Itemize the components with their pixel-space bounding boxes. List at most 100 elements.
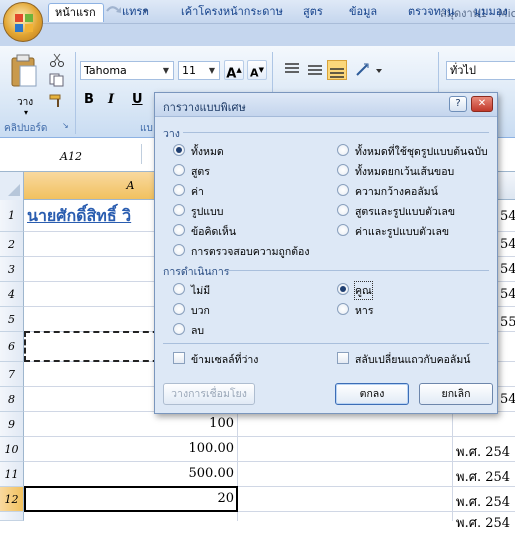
row-header[interactable]: 2 <box>0 232 24 257</box>
option-label[interactable]: สูตร <box>191 163 210 180</box>
align-bottom-icon[interactable] <box>327 60 347 80</box>
select-all-corner[interactable] <box>0 172 24 200</box>
radio-paste-comments[interactable] <box>173 224 185 236</box>
align-middle-icon[interactable] <box>306 62 324 78</box>
option-label[interactable]: หาร <box>355 302 373 319</box>
option-label[interactable]: บวก <box>191 302 210 319</box>
row-header[interactable]: 6 <box>0 332 24 362</box>
option-label[interactable]: ทั้งหมด <box>191 143 224 160</box>
option-label[interactable]: ค่า <box>191 183 204 200</box>
font-size-combo[interactable]: 11 ▼ <box>178 61 220 80</box>
dialog-launcher-icon[interactable]: ↘ <box>62 121 69 130</box>
font-name-combo[interactable]: Tahoma ▼ <box>80 61 174 80</box>
cell-right-12[interactable]: พ.ศ. 254 <box>456 491 510 512</box>
row-header[interactable]: 11 <box>0 462 24 487</box>
radio-paste-all-except-borders[interactable] <box>337 164 349 176</box>
radio-paste-values[interactable] <box>173 184 185 196</box>
option-label[interactable]: การตรวจสอบความถูกต้อง <box>191 243 309 260</box>
copy-icon[interactable] <box>49 73 65 87</box>
cell-right-1[interactable]: 54 <box>500 209 515 224</box>
option-label[interactable]: คูณ <box>354 281 373 300</box>
paste-dropdown-icon[interactable]: ▾ <box>24 108 28 117</box>
help-button[interactable]: ? <box>449 96 467 112</box>
tab-view[interactable]: มุมมอง <box>468 3 514 22</box>
option-label[interactable]: สูตรและรูปแบบตัวเลข <box>355 203 455 220</box>
close-button[interactable]: ✕ <box>471 96 493 112</box>
cell-right-2[interactable]: 54 <box>500 237 515 252</box>
option-label[interactable]: รูปแบบ <box>191 203 223 220</box>
cell-right-13[interactable]: พ.ศ. 254 <box>456 512 510 533</box>
tab-home[interactable]: หน้าแรก <box>48 3 104 22</box>
cell-right-5[interactable]: 55 <box>500 315 515 330</box>
tab-review[interactable]: ตรวจทาน <box>402 3 461 22</box>
orientation-icon[interactable] <box>354 61 384 79</box>
radio-paste-all[interactable] <box>173 144 185 156</box>
radio-op-multiply[interactable] <box>337 283 349 295</box>
section-divider <box>183 132 489 133</box>
cell-right-8[interactable]: 54 <box>500 392 515 407</box>
paste-icon[interactable] <box>8 52 40 92</box>
radio-op-none[interactable] <box>173 283 185 295</box>
row-header[interactable]: 12 <box>0 487 24 512</box>
tab-page-layout[interactable]: เค้าโครงหน้ากระดาษ <box>175 3 289 22</box>
radio-paste-column-widths[interactable] <box>337 184 349 196</box>
row-header[interactable]: 5 <box>0 307 24 332</box>
paste-special-dialog: การวางแบบพิเศษ ? ✕ วาง ทั้งหมด สูตร ค่า … <box>154 92 498 414</box>
option-label[interactable]: ข้อคิดเห็น <box>191 223 236 240</box>
row-header[interactable]: 1 <box>0 200 24 232</box>
radio-paste-formats[interactable] <box>173 204 185 216</box>
tab-formulas[interactable]: สูตร <box>297 3 329 22</box>
radio-op-divide[interactable] <box>337 303 349 315</box>
cut-icon[interactable] <box>49 53 65 67</box>
cell-a11[interactable]: 500.00 <box>34 466 235 481</box>
row-header[interactable]: 10 <box>0 437 24 462</box>
row-header[interactable]: 7 <box>0 362 24 387</box>
bold-button[interactable]: B <box>84 92 94 107</box>
row-header[interactable] <box>0 512 24 521</box>
underline-button[interactable]: U <box>132 92 143 107</box>
clipboard-group-label: คลิปบอร์ด <box>4 123 48 134</box>
radio-paste-validation[interactable] <box>173 244 185 256</box>
radio-paste-values-number-formats[interactable] <box>337 224 349 236</box>
office-button[interactable] <box>3 2 43 42</box>
format-painter-icon[interactable] <box>49 94 65 108</box>
transpose-checkbox[interactable] <box>337 352 349 364</box>
row-header[interactable]: 8 <box>0 387 24 412</box>
paste-link-button[interactable]: วางการเชื่อมโยง <box>163 383 255 405</box>
option-label[interactable]: ทั้งหมดยกเว้นเส้นขอบ <box>355 163 454 180</box>
row-header[interactable]: 3 <box>0 257 24 282</box>
cancel-button[interactable]: ยกเลิก <box>419 383 493 405</box>
option-label[interactable]: ไม่มี <box>191 282 210 299</box>
number-format-combo[interactable]: ทั่วไป <box>446 61 515 80</box>
row-header[interactable]: 4 <box>0 282 24 307</box>
skip-blanks-label[interactable]: ข้ามเซลล์ที่ว่าง <box>191 351 258 368</box>
radio-op-add[interactable] <box>173 303 185 315</box>
row-header[interactable]: 9 <box>0 412 24 437</box>
option-label[interactable]: ความกว้างคอลัมน์ <box>355 183 438 200</box>
option-label[interactable]: ค่าและรูปแบบตัวเลข <box>355 223 449 240</box>
cell-a10[interactable]: 100.00 <box>34 441 235 456</box>
cell-right-4[interactable]: 54 <box>500 287 515 302</box>
align-top-icon[interactable] <box>283 62 301 78</box>
grow-font-button[interactable]: A▲ <box>224 60 244 81</box>
skip-blanks-checkbox[interactable] <box>173 352 185 364</box>
cell-right-11[interactable]: พ.ศ. 254 <box>456 466 510 487</box>
cell-a12[interactable]: 20 <box>34 491 234 506</box>
shrink-font-button[interactable]: A▼ <box>247 60 267 80</box>
italic-button[interactable]: I <box>108 92 114 107</box>
cell-right-3[interactable]: 54 <box>500 262 515 277</box>
cell-right-10[interactable]: พ.ศ. 254 <box>456 441 510 462</box>
option-label[interactable]: ทั้งหมดที่ใช้ชุดรูปแบบต้นฉบับ <box>355 143 488 160</box>
radio-paste-formulas[interactable] <box>173 164 185 176</box>
cell-a1[interactable]: นายศักดิ์สิทธิ์ วิ <box>27 204 131 229</box>
transpose-label[interactable]: สลับเปลี่ยนแถวกับคอลัมน์ <box>355 351 470 368</box>
cell-a9[interactable]: 100 <box>34 416 234 431</box>
tab-insert[interactable]: แทรก <box>116 3 155 22</box>
radio-paste-all-source-theme[interactable] <box>337 144 349 156</box>
font-name-value: Tahoma <box>84 64 127 77</box>
tab-data[interactable]: ข้อมูล <box>343 3 383 22</box>
radio-op-subtract[interactable] <box>173 323 185 335</box>
ok-button[interactable]: ตกลง <box>335 383 409 405</box>
radio-paste-formulas-number-formats[interactable] <box>337 204 349 216</box>
option-label[interactable]: ลบ <box>191 322 204 339</box>
